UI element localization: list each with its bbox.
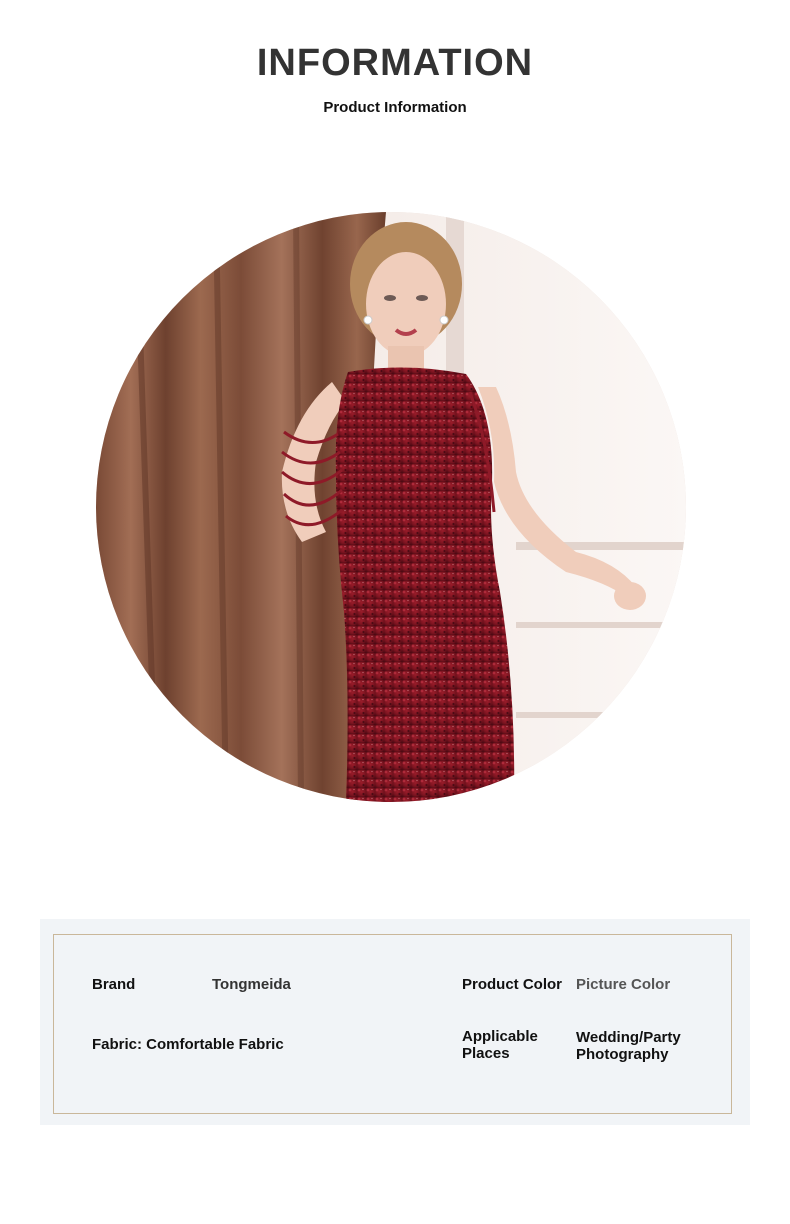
woman-in-burgundy-sequin-dress-icon	[96, 212, 686, 802]
applicable-places-value: Wedding/Party Photography	[576, 1029, 681, 1063]
brand-value: Tongmeida	[212, 976, 291, 993]
fabric-text: Fabric: Comfortable Fabric	[92, 1036, 284, 1053]
applicable-places-label-line2: Places	[462, 1045, 510, 1062]
applicable-places-label-line1: Applicable	[462, 1028, 538, 1045]
product-info-panel: Brand Tongmeida Product Color Picture Co…	[40, 919, 750, 1125]
product-color-label: Product Color	[462, 976, 562, 993]
applicable-places-label: Applicable Places	[462, 1028, 538, 1062]
applicable-places-value-line1: Wedding/Party	[576, 1029, 681, 1046]
applicable-places-value-line2: Photography	[576, 1046, 669, 1063]
page-subtitle: Product Information	[323, 99, 467, 116]
page-title: INFORMATION	[256, 42, 534, 84]
brand-label: Brand	[92, 976, 136, 993]
product-photo	[96, 212, 686, 802]
product-info-frame: Brand Tongmeida Product Color Picture Co…	[53, 934, 732, 1114]
header: INFORMATION Product Information	[0, 40, 790, 118]
product-color-value: Picture Color	[576, 976, 671, 993]
